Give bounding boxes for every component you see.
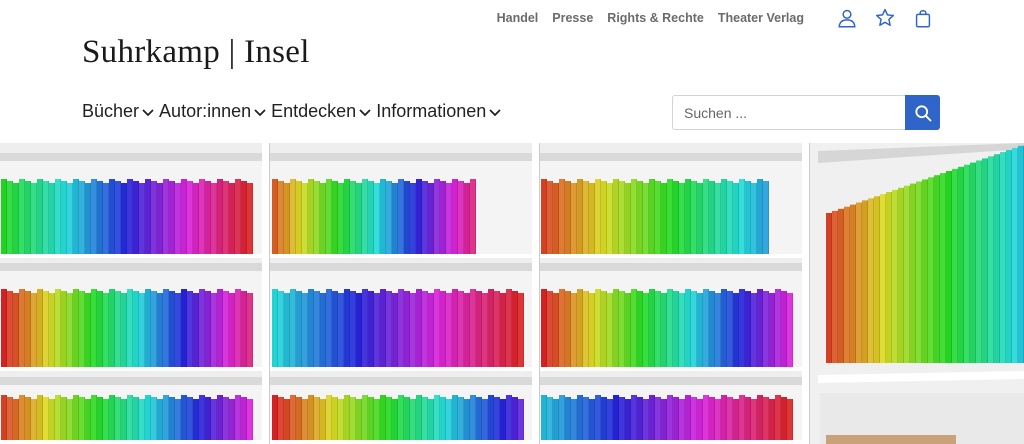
hero-bookshelf-image [0, 143, 1024, 444]
top-link-handel[interactable]: Handel [497, 10, 539, 26]
nav-item-label: Autor:innen [159, 101, 252, 121]
chevron-down-icon [359, 109, 371, 117]
search-button[interactable] [905, 95, 940, 130]
user-icon[interactable] [836, 7, 858, 29]
shopping-bag-icon[interactable] [912, 7, 934, 29]
star-icon[interactable] [874, 7, 896, 29]
top-link-theater-verlag[interactable]: Theater Verlag [718, 10, 804, 26]
search-form [672, 95, 940, 130]
nav-item-label: Bücher [82, 101, 140, 121]
chevron-down-icon [489, 109, 501, 117]
bookshelf-image [0, 143, 1024, 444]
nav-item-autorinnen[interactable]: Autor:innen [159, 99, 267, 123]
site-logo[interactable]: Suhrkamp | Insel [82, 32, 310, 72]
top-nav: Handel Presse Rights & Rechte Theater Ve… [497, 10, 804, 26]
nav-item-buecher[interactable]: Bücher [82, 99, 155, 123]
header-icons [836, 7, 934, 29]
nav-item-informationen[interactable]: Informationen [376, 99, 502, 123]
chevron-down-icon [142, 109, 154, 117]
site-header: Handel Presse Rights & Rechte Theater Ve… [0, 0, 1024, 145]
search-icon [914, 104, 931, 121]
main-nav: Bücher Autor:innen Entdecken Information… [82, 99, 502, 123]
top-link-presse[interactable]: Presse [552, 10, 593, 26]
nav-item-label: Entdecken [271, 101, 357, 121]
chevron-down-icon [254, 109, 266, 117]
nav-item-label: Informationen [376, 101, 487, 121]
top-link-rights[interactable]: Rights & Rechte [607, 10, 704, 26]
search-input[interactable] [672, 95, 905, 130]
nav-item-entdecken[interactable]: Entdecken [271, 99, 372, 123]
